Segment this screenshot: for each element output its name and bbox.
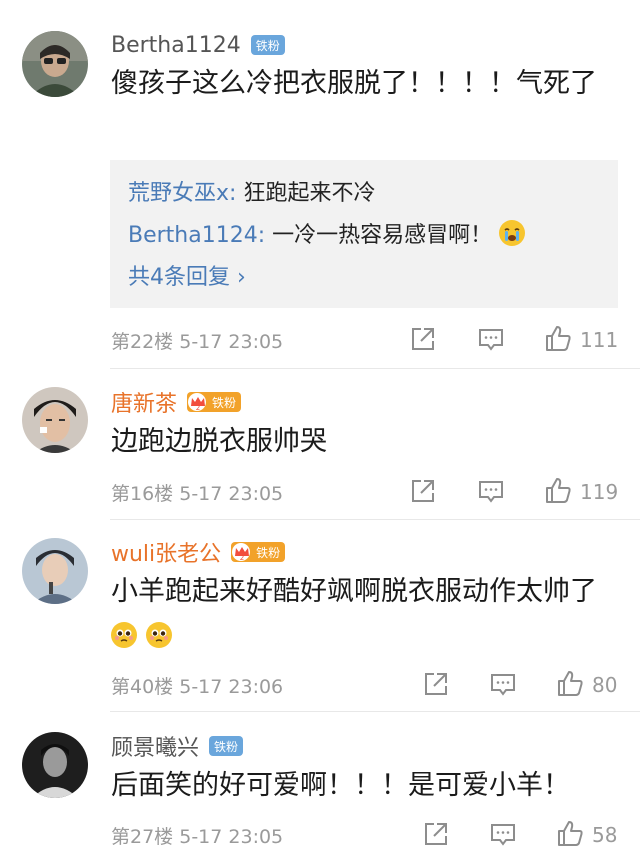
username[interactable]: wuli张老公 xyxy=(111,536,221,568)
floor-number: 第27楼 xyxy=(111,826,174,848)
svg-text:2: 2 xyxy=(196,404,200,412)
pleading-emoji-icon xyxy=(145,622,172,648)
comment-button[interactable] xyxy=(478,478,504,508)
comment-icon xyxy=(478,478,504,508)
badge-label: 铁粉 xyxy=(256,545,281,560)
floor-number: 第40楼 xyxy=(111,676,174,698)
reply-username[interactable]: Bertha1124 xyxy=(128,223,258,248)
timestamp: 5-17 23:05 xyxy=(179,826,284,848)
comment-text-content: 小羊跑起来好酷好飒啊脱衣服动作太帅了 xyxy=(111,576,597,607)
share-button[interactable] xyxy=(423,671,449,701)
reply-username[interactable]: 荒野女巫x xyxy=(128,181,229,206)
crown-icon: 2 xyxy=(187,392,209,412)
badge-label: 铁粉 xyxy=(212,395,237,410)
like-button[interactable]: 80 xyxy=(556,669,617,701)
like-button[interactable]: 119 xyxy=(544,476,618,508)
like-button[interactable]: 58 xyxy=(556,819,617,851)
divider xyxy=(110,368,640,369)
reply-text: 一冷一热容易感冒啊！ xyxy=(272,223,493,248)
share-icon xyxy=(423,821,449,851)
crown-icon: 2 xyxy=(231,542,253,562)
reply-separator: : xyxy=(229,181,244,206)
like-icon xyxy=(556,819,584,851)
comment-meta: 第40楼 5-17 23:06 xyxy=(111,672,283,699)
share-icon xyxy=(410,326,436,356)
comment-item: wuli张老公 2 铁粉 小羊跑起来好酷好飒啊脱衣服动作太帅了 第40楼 5-1… xyxy=(0,520,640,712)
comment-item: 顾景曦兴 铁粉 后面笑的好可爱啊！！！是可爱小羊！ 第27楼 5-17 23:0… xyxy=(0,712,640,855)
comment-item: 唐新茶 2 铁粉 边跑边脱衣服帅哭 第16楼 5-17 23:05 119 xyxy=(0,370,640,520)
more-replies-link[interactable]: 共4条回复 › xyxy=(128,259,246,291)
like-count: 119 xyxy=(580,480,619,504)
share-button[interactable] xyxy=(410,478,436,508)
share-icon xyxy=(423,671,449,701)
svg-text:2: 2 xyxy=(240,554,244,562)
comment-icon xyxy=(490,671,516,701)
timestamp: 5-17 23:05 xyxy=(179,483,284,505)
comment-text: 傻孩子这么冷把衣服脱了！！！！气死了 xyxy=(111,62,621,106)
avatar[interactable] xyxy=(22,387,88,453)
comment-button[interactable] xyxy=(478,326,504,356)
like-icon xyxy=(544,324,572,356)
fan-badge: 铁粉 xyxy=(209,736,244,756)
crying-emoji-icon xyxy=(499,220,526,246)
username[interactable]: 顾景曦兴 xyxy=(111,730,199,762)
username[interactable]: Bertha1124 xyxy=(111,33,241,58)
comment-text: 边跑边脱衣服帅哭 xyxy=(111,426,327,457)
share-button[interactable] xyxy=(423,821,449,851)
reply-text: 狂跑起来不冷 xyxy=(243,181,376,206)
like-icon xyxy=(544,476,572,508)
timestamp: 5-17 23:06 xyxy=(179,676,284,698)
reply-item: 荒野女巫x: 狂跑起来不冷 xyxy=(128,175,375,207)
share-icon xyxy=(410,478,436,508)
timestamp: 5-17 23:05 xyxy=(179,331,284,353)
comment-meta: 第22楼 5-17 23:05 xyxy=(111,327,283,354)
avatar[interactable] xyxy=(22,538,88,604)
comment-icon xyxy=(490,821,516,851)
like-icon xyxy=(556,669,584,701)
like-count: 111 xyxy=(580,328,619,352)
comment-icon xyxy=(478,326,504,356)
reply-separator: : xyxy=(257,223,273,248)
comment-text: 小羊跑起来好酷好飒啊脱衣服动作太帅了 xyxy=(111,570,621,658)
avatar[interactable] xyxy=(22,31,88,97)
reply-box[interactable]: 荒野女巫x: 狂跑起来不冷 Bertha1124: 一冷一热容易感冒啊！ 共4条… xyxy=(110,160,618,308)
comment-button[interactable] xyxy=(490,821,516,851)
comment-item: Bertha1124 铁粉 傻孩子这么冷把衣服脱了！！！！气死了 荒野女巫x: … xyxy=(0,0,640,370)
like-count: 80 xyxy=(592,673,618,697)
fan-badge: 2 铁粉 xyxy=(231,542,286,562)
username[interactable]: 唐新茶 xyxy=(111,386,177,418)
like-button[interactable]: 111 xyxy=(544,324,618,356)
fan-badge: 2 铁粉 xyxy=(187,392,242,412)
floor-number: 第16楼 xyxy=(111,483,174,505)
floor-number: 第22楼 xyxy=(111,331,174,353)
comment-meta: 第16楼 5-17 23:05 xyxy=(111,479,283,506)
comment-button[interactable] xyxy=(490,671,516,701)
comment-text: 后面笑的好可爱啊！！！是可爱小羊！ xyxy=(111,770,570,801)
reply-item: Bertha1124: 一冷一热容易感冒啊！ xyxy=(128,217,526,249)
comment-text-content: 傻孩子这么冷把衣服脱了！！！！气死了 xyxy=(111,68,597,99)
share-button[interactable] xyxy=(410,326,436,356)
pleading-emoji-icon xyxy=(111,622,137,648)
fan-badge: 铁粉 xyxy=(250,35,285,55)
like-count: 58 xyxy=(592,823,618,847)
avatar[interactable] xyxy=(22,732,88,798)
comment-meta: 第27楼 5-17 23:05 xyxy=(111,822,283,849)
